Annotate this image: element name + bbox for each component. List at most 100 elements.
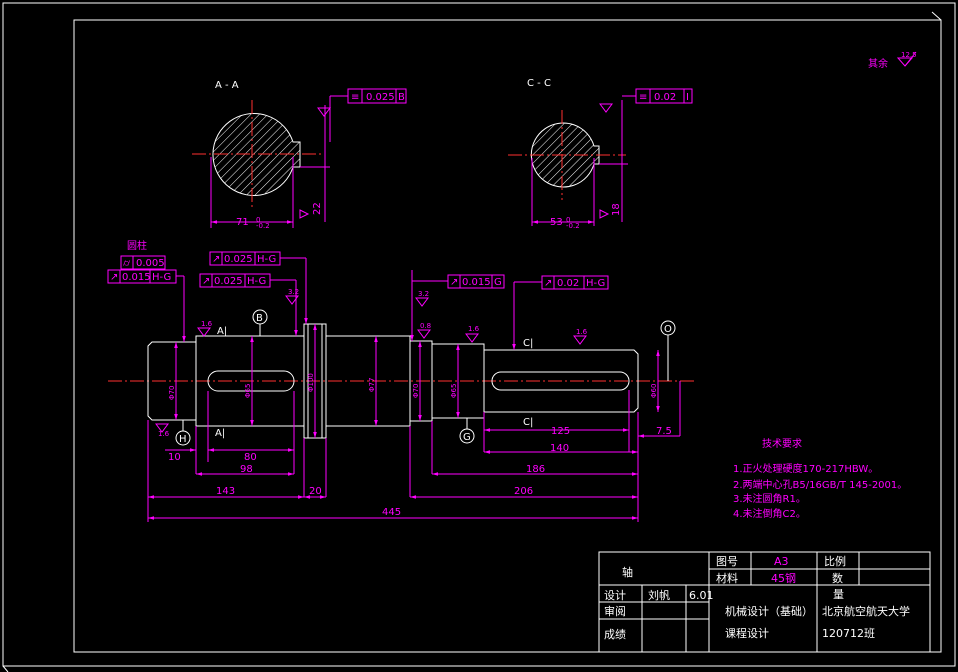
svg-text:-0.2: -0.2 (256, 222, 270, 230)
drawing-canvas: A - A 71 0 -0.2 22 ≡ 0.025 B C - C 53 0 … (2, 2, 956, 672)
cc-symmetry-value: 0.02 (654, 92, 676, 103)
svg-text:0.005: 0.005 (136, 258, 165, 269)
svg-text:3.2: 3.2 (288, 288, 299, 296)
drawing-frame (2, 2, 956, 672)
svg-text:98: 98 (240, 464, 253, 475)
svg-text:Φ70: Φ70 (412, 384, 420, 398)
svg-text:↗: ↗ (544, 278, 552, 289)
section-a-a: A - A 71 0 -0.2 22 ≡ 0.025 B (192, 80, 407, 230)
svg-text:Φ77: Φ77 (368, 378, 376, 392)
svg-text:1.6: 1.6 (468, 325, 480, 333)
aa-symmetry-ref: B (398, 92, 405, 103)
svg-text:圆柱: 圆柱 (127, 239, 147, 252)
course-title-2: 课程设计 (725, 627, 769, 640)
svg-text:Φ100: Φ100 (307, 373, 315, 392)
aa-key-dim: 22 (312, 202, 323, 215)
svg-text:0.02: 0.02 (557, 278, 579, 289)
svg-text:Φ65: Φ65 (244, 384, 252, 398)
svg-text:C|: C| (523, 338, 533, 349)
aa-symmetry-value: 0.025 (366, 92, 395, 103)
svg-text:设计: 设计 (604, 589, 626, 602)
roughness-symbols: 1.6 1.6 0.8 1.6 1.6 3.2 3.2 (155, 288, 588, 438)
cc-symmetry-ref: I (686, 92, 689, 103)
svg-text:1.6: 1.6 (576, 328, 588, 336)
svg-text:7.5: 7.5 (656, 426, 672, 437)
svg-text:Φ70: Φ70 (168, 386, 176, 400)
other-roughness: 其余 12.5 (868, 51, 917, 70)
svg-text:0.025: 0.025 (214, 276, 243, 287)
svg-text:20: 20 (309, 486, 322, 497)
svg-text:H-G: H-G (586, 278, 605, 289)
svg-text:量: 量 (833, 588, 844, 601)
svg-text:数: 数 (832, 572, 843, 585)
school-name: 北京航空航天大学 (822, 604, 910, 618)
tolerance-frames: 圆柱 ⌭ 0.005 ↗ 0.015 H-G ↗ 0.025 H-G ↗ 0.0… (107, 239, 609, 350)
svg-text:H-G: H-G (247, 276, 266, 287)
section-c-c: C - C 53 0 -0.2 18 ≡ 0.02 I (508, 78, 693, 230)
tech-req-item-1: 1.正火处理硬度170-217HBW。 (733, 462, 878, 475)
tech-req-item-2: 2.两端中心孔B5/16GB/T 145-2001。 (733, 478, 907, 491)
svg-text:206: 206 (514, 486, 533, 497)
svg-text:审阅: 审阅 (604, 604, 626, 618)
course-title-1: 机械设计（基础） (725, 604, 813, 618)
svg-text:↗: ↗ (110, 272, 118, 283)
cc-key-dim: 18 (611, 203, 622, 216)
shaft-body (108, 323, 695, 439)
svg-text:H-G: H-G (257, 254, 276, 265)
datum-o: O (664, 324, 672, 335)
svg-text:H-G: H-G (152, 272, 171, 283)
designer: 刘帆 (648, 588, 670, 602)
tech-req-title: 技术要求 (762, 437, 802, 450)
svg-text:0.8: 0.8 (420, 322, 431, 330)
part-name: 轴 (622, 565, 633, 579)
svg-text:Φ60: Φ60 (650, 384, 658, 398)
class-name: 120712班 (822, 627, 875, 640)
design-date: 6.01 (689, 589, 714, 602)
svg-text:0.015: 0.015 (462, 277, 491, 288)
datum-g: G (463, 432, 471, 443)
section-cc-label: C - C (527, 78, 551, 89)
other-roughness-value: 12.5 (901, 51, 917, 59)
svg-text:445: 445 (382, 507, 401, 518)
svg-text:186: 186 (526, 464, 545, 475)
datum-b: B (256, 313, 263, 324)
drawing-no: A3 (774, 555, 789, 568)
tech-req-item-4: 4.未注倒角C2。 (733, 507, 806, 520)
svg-text:↗: ↗ (212, 254, 220, 265)
svg-text:≡: ≡ (639, 92, 647, 103)
svg-text:10: 10 (168, 452, 181, 463)
svg-text:80: 80 (244, 452, 257, 463)
svg-text:0.015: 0.015 (122, 272, 151, 283)
title-block: 轴 图号 A3 比例 材料 45钢 数 设计 刘帆 6.01 审阅 成绩 机械设… (598, 551, 931, 653)
material: 45钢 (771, 572, 796, 585)
svg-text:≡: ≡ (351, 92, 359, 103)
datum-h: H (179, 434, 187, 445)
svg-text:3.2: 3.2 (418, 290, 429, 298)
svg-text:G: G (494, 277, 502, 288)
svg-text:0.025: 0.025 (224, 254, 253, 265)
svg-text:C|: C| (523, 417, 533, 428)
svg-text:图号: 图号 (716, 555, 738, 568)
svg-text:-0.2: -0.2 (566, 222, 580, 230)
svg-text:↗: ↗ (202, 276, 210, 287)
cc-width-dim: 53 (550, 217, 563, 228)
svg-text:材料: 材料 (716, 571, 738, 585)
svg-text:成绩: 成绩 (604, 628, 626, 641)
tech-req-item-3: 3.未注圆角R1。 (733, 492, 806, 505)
svg-text:143: 143 (216, 486, 235, 497)
svg-text:125: 125 (551, 426, 570, 437)
technical-requirements: 技术要求 1.正火处理硬度170-217HBW。 2.两端中心孔B5/16GB/… (733, 437, 907, 520)
aa-width-dim: 71 (236, 217, 249, 228)
svg-text:A|: A| (215, 428, 225, 439)
svg-text:比例: 比例 (824, 554, 846, 568)
length-dims: 10 80 98 143 20 206 445 125 140 186 7.5 (147, 381, 681, 522)
svg-text:1.6: 1.6 (201, 320, 213, 328)
svg-text:140: 140 (550, 443, 569, 454)
svg-text:Φ65: Φ65 (450, 384, 458, 398)
svg-text:⌭: ⌭ (123, 258, 131, 269)
svg-text:↗: ↗ (450, 277, 458, 288)
svg-text:A|: A| (217, 326, 227, 337)
svg-text:1.6: 1.6 (158, 430, 170, 438)
section-aa-label: A - A (215, 80, 239, 91)
other-roughness-label: 其余 (868, 57, 888, 70)
